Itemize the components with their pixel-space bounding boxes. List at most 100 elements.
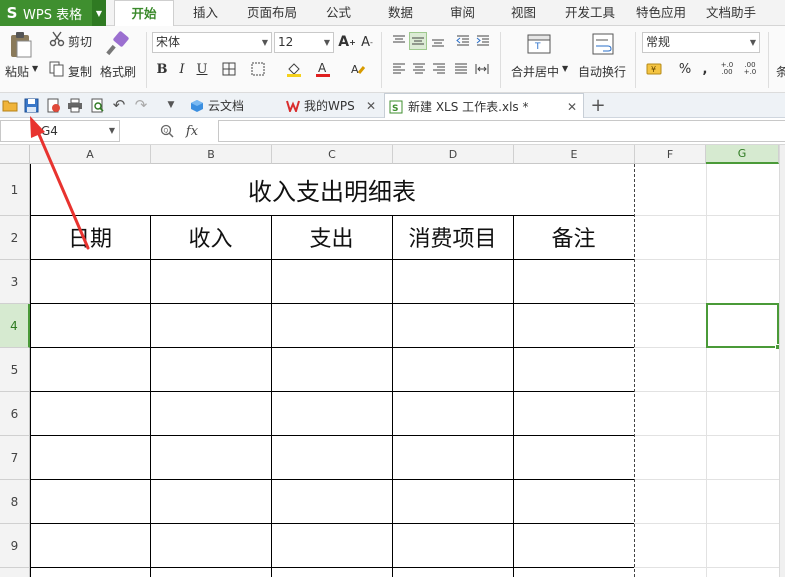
select-all-corner[interactable] [0,145,30,164]
row-header-8[interactable]: 8 [0,480,30,524]
insert-function-button[interactable]: fx [183,122,201,140]
tab-formulas[interactable]: 公式 [326,0,351,26]
row-header-3[interactable]: 3 [0,260,30,304]
save-icon[interactable] [22,96,40,114]
increase-decimal-button[interactable]: +.0 .00 [718,60,736,78]
row-header-4[interactable]: 4 [0,304,30,348]
customize-toolbar-icon[interactable]: ▼ [162,96,180,114]
print-preview-icon[interactable] [88,96,106,114]
name-box[interactable]: G4 ▼ [0,120,120,142]
column-header-b[interactable]: B [151,145,272,164]
header-cell-expense[interactable]: 支出 [271,215,392,259]
underline-button[interactable]: U [193,60,211,78]
tab-developer[interactable]: 开发工具 [565,0,615,26]
export-pdf-icon[interactable] [44,96,62,114]
clear-format-icon[interactable]: A [349,60,367,78]
percent-button[interactable]: % [676,60,694,78]
open-folder-icon[interactable] [1,96,19,114]
tab-page-layout[interactable]: 页面布局 [247,0,297,26]
font-color-icon[interactable]: A [314,60,332,78]
doc-tab-cloud-docs[interactable]: 云文档 [188,93,278,118]
paste-icon[interactable] [6,30,36,60]
close-icon[interactable]: ✕ [567,100,577,114]
undo-icon[interactable]: ↶ [110,96,128,114]
tab-insert[interactable]: 插入 [193,0,218,26]
conditional-format-button[interactable]: 条 [776,63,785,80]
shrink-font-icon[interactable]: A- [358,33,376,51]
cut-button[interactable]: 剪切 [68,33,92,50]
align-center-icon[interactable] [410,60,428,78]
format-painter-button[interactable]: 格式刷 [100,63,136,80]
number-format-select[interactable]: 常规 ▼ [642,32,760,53]
selected-cell-g4[interactable] [706,303,781,350]
align-right-icon[interactable] [430,60,448,78]
increase-indent-icon[interactable] [474,32,492,50]
copy-button[interactable]: 复制 [68,63,92,80]
paste-dropdown-icon[interactable]: ▼ [32,64,38,73]
justify-icon[interactable] [452,60,470,78]
sheet-title-cell[interactable]: 收入支出明细表 [30,164,634,215]
column-header-a[interactable]: A [30,145,151,164]
new-tab-plus-icon[interactable]: + [589,95,607,116]
app-menu-button[interactable]: S WPS 表格 ▼ [0,0,106,26]
scissors-icon[interactable] [48,30,66,48]
header-cell-consumption-item[interactable]: 消费项目 [392,215,513,259]
italic-button[interactable]: I [173,60,191,78]
decrease-decimal-button[interactable]: .00 +.0 [741,60,759,78]
font-name-value: 宋体 [156,35,181,49]
currency-icon[interactable]: ¥ [645,60,663,78]
merge-dropdown-icon[interactable]: ▼ [562,64,568,73]
row-header-10[interactable] [0,568,30,577]
column-header-g[interactable]: G [706,145,779,164]
font-size-select[interactable]: 12 ▼ [274,32,334,53]
row-header-6[interactable]: 6 [0,392,30,436]
row-header-7[interactable]: 7 [0,436,30,480]
tab-review[interactable]: 审阅 [450,0,475,26]
row-header-5[interactable]: 5 [0,348,30,392]
doc-tab-active-workbook[interactable]: S 新建 XLS 工作表.xls * ✕ [384,93,584,119]
tab-home[interactable]: 开始 [114,0,174,27]
paste-label[interactable]: 粘贴 [5,63,29,80]
header-cell-notes[interactable]: 备注 [513,215,634,259]
app-menu-dropdown-icon[interactable]: ▼ [92,0,106,26]
comma-style-button[interactable]: , [696,60,714,78]
row-header-2[interactable]: 2 [0,216,30,260]
column-header-d[interactable]: D [393,145,514,164]
cell-border-style-icon[interactable] [249,60,267,78]
row-header-1[interactable]: 1 [0,164,30,216]
redo-icon[interactable]: ↷ [132,96,150,114]
distributed-align-icon[interactable] [473,60,491,78]
column-header-e[interactable]: E [514,145,635,164]
align-left-icon[interactable] [390,60,408,78]
wrap-text-icon[interactable] [589,30,617,58]
print-icon[interactable] [66,96,84,114]
doc-tab-my-wps[interactable]: 我的WPS ✕ [284,93,382,118]
tab-special-apps[interactable]: 特色应用 [636,0,686,26]
fill-color-icon[interactable] [285,60,303,78]
column-header-f[interactable]: F [635,145,706,164]
copy-icon[interactable] [48,60,66,78]
header-cell-date[interactable]: 日期 [30,215,150,259]
row-header-9[interactable]: 9 [0,524,30,568]
align-middle-icon[interactable] [409,32,427,50]
column-header-c[interactable]: C [272,145,393,164]
font-name-select[interactable]: 宋体 ▼ [152,32,272,53]
tab-data[interactable]: 数据 [388,0,413,26]
align-top-icon[interactable] [390,32,408,50]
tab-doc-assistant[interactable]: 文档助手 [706,0,756,26]
vertical-scrollbar[interactable] [779,145,785,577]
header-cell-income[interactable]: 收入 [150,215,271,259]
formula-input[interactable] [218,120,785,142]
tab-view[interactable]: 视图 [511,0,536,26]
merge-center-icon[interactable]: T [525,30,553,58]
border-icon[interactable] [220,60,238,78]
close-icon[interactable]: ✕ [366,99,376,113]
grow-font-icon[interactable]: A + [338,33,356,51]
zoom-lookup-icon[interactable]: Q [158,122,176,140]
align-bottom-icon[interactable] [429,32,447,50]
format-painter-icon[interactable] [104,30,132,58]
merge-center-button[interactable]: 合并居中 [511,63,559,80]
wrap-text-button[interactable]: 自动换行 [578,63,626,80]
decrease-indent-icon[interactable] [454,32,472,50]
bold-button[interactable]: B [153,60,171,78]
